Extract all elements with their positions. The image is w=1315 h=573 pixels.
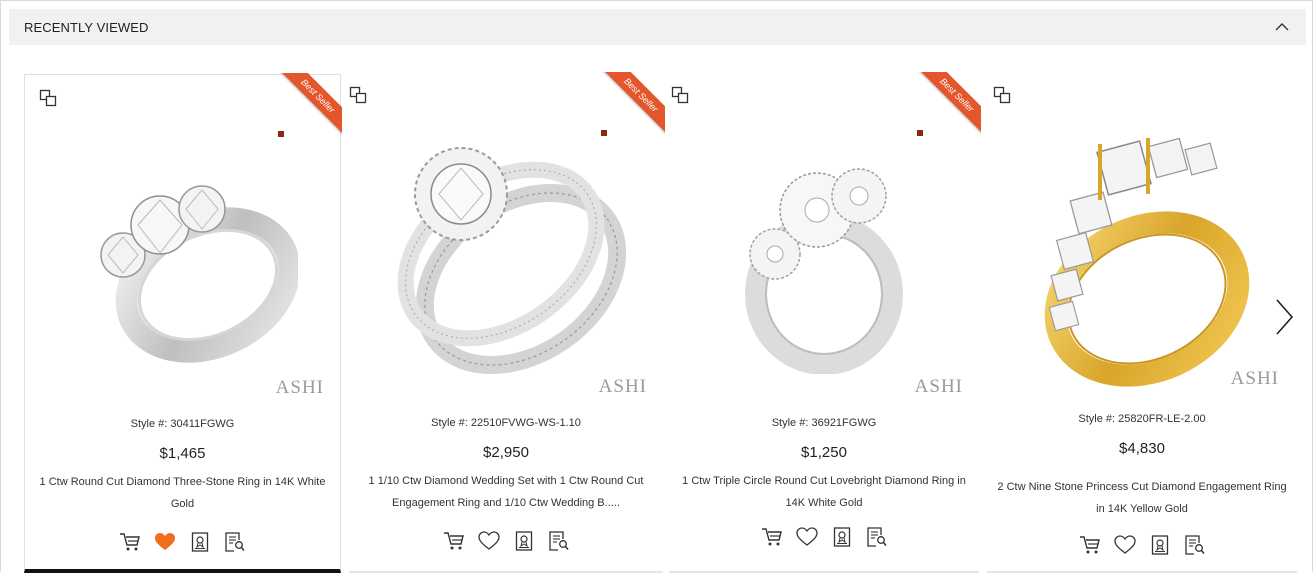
certificate-icon[interactable]: [831, 526, 853, 548]
quick-view-icon[interactable]: [224, 531, 246, 553]
product-price: $1,465: [159, 445, 206, 462]
product-name[interactable]: 1 1/10 Ctw Diamond Wedding Set with 1 Ct…: [359, 470, 653, 514]
cart-icon[interactable]: [1079, 534, 1101, 556]
product-actions: [349, 530, 663, 552]
best-seller-label: Best Seller: [279, 73, 342, 135]
ring-image[interactable]: [68, 145, 298, 365]
chevron-up-icon[interactable]: [1272, 17, 1292, 37]
chevron-right-icon[interactable]: [1271, 297, 1299, 337]
brand-watermark: ASHI: [275, 377, 324, 398]
product-price: $4,830: [1119, 440, 1165, 457]
ring-image[interactable]: [371, 104, 641, 384]
product-card[interactable]: Best Seller ASHI Style #: 22510FVWG-WS-1…: [349, 72, 665, 573]
compare-icon[interactable]: [349, 86, 367, 104]
product-card[interactable]: ASHI Style #: 25820FR-LE-2.00 $4,830 2 C…: [987, 74, 1297, 573]
quick-view-icon[interactable]: [866, 526, 888, 548]
product-actions: [987, 534, 1297, 556]
brand-watermark: ASHI: [914, 376, 963, 397]
product-card[interactable]: Best Seller ASHI Style #: 30411FGWG $1,4…: [24, 73, 342, 573]
style-number: Style #: 22510FVWG-WS-1.10: [431, 417, 581, 429]
product-carousel: Best Seller ASHI Style #: 30411FGWG $1,4…: [9, 45, 1306, 573]
product-name[interactable]: 1 Ctw Round Cut Diamond Three-Stone Ring…: [35, 471, 330, 515]
product-actions: [25, 531, 340, 553]
heart-icon[interactable]: [1113, 534, 1136, 556]
compare-icon[interactable]: [671, 86, 689, 104]
product-name[interactable]: 2 Ctw Nine Stone Princess Cut Diamond En…: [997, 476, 1287, 520]
compare-icon[interactable]: [39, 89, 57, 107]
best-seller-ribbon: Best Seller: [278, 73, 342, 137]
recently-viewed-panel: RECENTLY VIEWED Best Seller ASHI Style #…: [0, 0, 1313, 573]
ring-image[interactable]: [1012, 124, 1272, 394]
product-actions: [669, 526, 979, 548]
panel-header[interactable]: RECENTLY VIEWED: [9, 9, 1306, 45]
ring-image[interactable]: [709, 124, 939, 374]
cart-icon[interactable]: [443, 530, 465, 552]
heart-icon[interactable]: [154, 531, 176, 553]
product-card[interactable]: Best Seller ASHI Style #: 36921FGWG $1,2…: [669, 72, 981, 573]
product-price: $1,250: [801, 444, 847, 461]
brand-watermark: ASHI: [1230, 368, 1279, 389]
quick-view-icon[interactable]: [1184, 534, 1206, 556]
quick-view-icon[interactable]: [548, 530, 570, 552]
style-number: Style #: 25820FR-LE-2.00: [1078, 413, 1206, 425]
certificate-icon[interactable]: [189, 531, 211, 553]
brand-watermark: ASHI: [598, 376, 647, 397]
cart-icon[interactable]: [761, 526, 783, 548]
heart-icon[interactable]: [795, 526, 818, 548]
style-number: Style #: 30411FGWG: [130, 418, 235, 430]
cart-icon[interactable]: [119, 531, 141, 553]
certificate-icon[interactable]: [513, 530, 535, 552]
product-name[interactable]: 1 Ctw Triple Circle Round Cut Lovebright…: [679, 470, 969, 514]
heart-icon[interactable]: [477, 530, 500, 552]
certificate-icon[interactable]: [1149, 534, 1171, 556]
panel-title: RECENTLY VIEWED: [24, 19, 149, 35]
style-number: Style #: 36921FGWG: [771, 417, 877, 429]
compare-icon[interactable]: [993, 86, 1011, 104]
product-price: $2,950: [483, 444, 529, 461]
